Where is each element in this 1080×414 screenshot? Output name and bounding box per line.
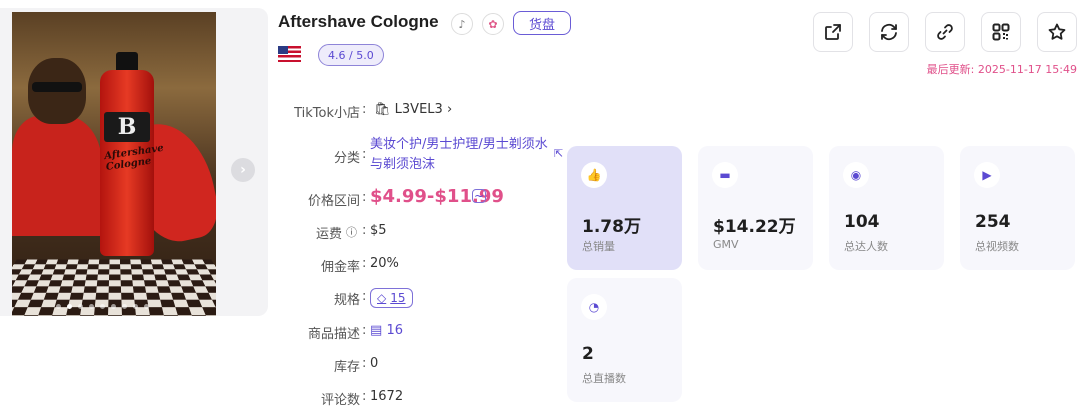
product-title: Aftershave Cologne xyxy=(278,12,439,31)
external-link-icon[interactable]: ⇱ xyxy=(554,147,563,160)
gallery-dots[interactable] xyxy=(56,304,149,309)
qr-code-button[interactable] xyxy=(981,12,1021,52)
shop-link[interactable]: 🛍 L3VEL3 › xyxy=(374,102,452,117)
shop-name: L3VEL3 xyxy=(394,102,443,117)
help-icon[interactable]: ⓘ xyxy=(346,224,357,240)
spec-pill[interactable]: ◇ 15 xyxy=(370,288,413,308)
tiktok-icon[interactable]: ♪ xyxy=(451,13,473,35)
link-icon xyxy=(937,24,953,40)
stat-card-gmv[interactable]: ▬ $14.22万 GMV xyxy=(698,146,813,270)
share-button[interactable] xyxy=(813,12,853,52)
stat-value: 254 xyxy=(975,212,1011,232)
description-label: 商品描述 xyxy=(307,327,360,342)
gallery-dot[interactable] xyxy=(111,304,116,309)
product-gallery[interactable]: B Aftershave Cologne › xyxy=(0,8,268,316)
refresh-button[interactable] xyxy=(869,12,909,52)
stock-value: 0 xyxy=(370,356,379,371)
document-icon: ▤ xyxy=(370,323,383,338)
gallery-dot-active[interactable] xyxy=(67,304,72,309)
stat-label: GMV xyxy=(713,238,739,251)
chevron-right-icon: › xyxy=(446,102,453,117)
stat-label: 总达人数 xyxy=(844,240,888,253)
category-label: 分类 xyxy=(333,151,360,166)
reviews-label: 评论数 xyxy=(320,393,360,408)
last-updated-text: 最后更新: 2025-11-17 15:49 xyxy=(926,63,1077,76)
us-flag-icon xyxy=(278,46,301,62)
favorite-button[interactable] xyxy=(1037,12,1077,52)
stat-card-influencers[interactable]: ◉ 104 总达人数 xyxy=(829,146,944,270)
shipping-label: 运费 xyxy=(315,227,342,242)
openai-icon[interactable]: ✿ xyxy=(482,13,504,35)
bottle-logo: B xyxy=(104,112,150,142)
stat-value: 2 xyxy=(582,344,594,364)
spec-count: 15 xyxy=(390,291,406,305)
stat-value: $14.22万 xyxy=(713,217,796,237)
gallery-dot[interactable] xyxy=(78,304,83,309)
reviews-value: 1672 xyxy=(370,389,404,404)
shop-bag-icon: 🛍 xyxy=(374,102,391,117)
product-detail-page: B Aftershave Cologne › Aftershave Cologn… xyxy=(0,0,1080,414)
gallery-dot[interactable] xyxy=(133,304,138,309)
stat-value: 104 xyxy=(844,212,880,232)
chevron-right-icon[interactable]: › xyxy=(231,158,255,182)
spec-button[interactable]: ◇ 15 xyxy=(370,288,413,308)
tag-icon: ◇ xyxy=(377,291,387,305)
huopan-badge[interactable]: 货盘 xyxy=(513,11,571,35)
shipping-value: $5 xyxy=(370,223,387,238)
category-link[interactable]: 美妆个护/男士护理/男士剃须水与剃须泡沫 xyxy=(370,135,550,175)
stock-label: 库存 xyxy=(333,360,360,375)
wallet-icon: ▬ xyxy=(712,162,738,188)
stat-label: 总视频数 xyxy=(975,240,1019,253)
refresh-icon xyxy=(881,23,897,41)
commission-label: 佣金率 xyxy=(320,260,360,275)
price-chart-icon[interactable]: ~ xyxy=(472,189,486,203)
share-icon xyxy=(825,24,841,40)
gallery-dot[interactable] xyxy=(56,304,61,309)
price-label: 价格区间 xyxy=(307,194,360,209)
rating-badge: 4.6 / 5.0 xyxy=(318,44,384,66)
stat-label: 总直播数 xyxy=(582,372,626,385)
link-button[interactable] xyxy=(925,12,965,52)
product-image[interactable]: B Aftershave Cologne xyxy=(12,12,216,316)
commission-value: 20% xyxy=(370,256,399,271)
stat-card-livestreams[interactable]: ◔ 2 总直播数 xyxy=(567,278,682,402)
spec-label: 规格 xyxy=(333,293,360,308)
thumbs-up-icon: 👍 xyxy=(581,162,607,188)
stat-label: 总销量 xyxy=(582,240,615,253)
qr-code-icon xyxy=(992,23,1010,41)
influencer-icon: ◉ xyxy=(843,162,869,188)
shop-label: TikTok小店 xyxy=(294,106,360,121)
gallery-dot[interactable] xyxy=(89,304,94,309)
live-icon: ◔ xyxy=(581,294,607,320)
stat-value: 1.78万 xyxy=(582,217,641,237)
stat-card-videos[interactable]: ▶ 254 总视频数 xyxy=(960,146,1075,270)
description-count: 16 xyxy=(386,323,403,338)
person-figure xyxy=(12,116,102,236)
star-icon xyxy=(1048,23,1066,40)
gallery-dot[interactable] xyxy=(122,304,127,309)
stat-card-sales[interactable]: 👍 1.78万 总销量 xyxy=(567,146,682,270)
gallery-dot[interactable] xyxy=(100,304,105,309)
video-icon: ▶ xyxy=(974,162,1000,188)
description-link[interactable]: ▤ 16 xyxy=(370,323,403,338)
gallery-dot[interactable] xyxy=(144,304,149,309)
